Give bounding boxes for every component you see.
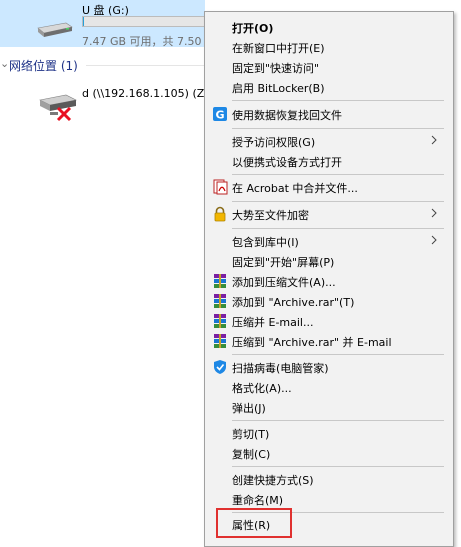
menu-separator	[232, 354, 444, 355]
menu-item-acrobat-combine[interactable]: 在 Acrobat 中合并文件...	[205, 177, 453, 197]
menu-item-pin-quick-access[interactable]: 固定到"快速访问"	[205, 57, 453, 77]
winrar-icon	[214, 274, 226, 288]
menu-item-data-recovery[interactable]: G 使用数据恢复找回文件	[205, 104, 453, 124]
properties-highlight-box	[216, 508, 292, 538]
menu-item-eject[interactable]: 弹出(J)	[205, 397, 453, 417]
network-locations-header[interactable]: ⌄ 网络位置 (1)	[0, 57, 205, 75]
menu-item-label: 在 Acrobat 中合并文件...	[232, 182, 358, 195]
menu-item-rename[interactable]: 重命名(M)	[205, 489, 453, 509]
winrar-icon	[214, 334, 226, 348]
menu-item-label: 复制(C)	[232, 448, 271, 461]
menu-item-label: 压缩到 "Archive.rar" 并 E-mail	[232, 336, 392, 349]
menu-item-open-new-window[interactable]: 在新窗口中打开(E)	[205, 37, 453, 57]
chevron-right-icon	[431, 208, 437, 218]
section-divider	[86, 65, 205, 66]
menu-item-create-shortcut[interactable]: 创建快捷方式(S)	[205, 469, 453, 489]
menu-separator	[232, 174, 444, 175]
menu-item-add-to-archive[interactable]: 添加到压缩文件(A)...	[205, 271, 453, 291]
menu-separator	[232, 420, 444, 421]
menu-item-label: 扫描病毒(电脑管家)	[232, 362, 329, 375]
network-drive-name[interactable]: d (\\192.168.1.105) (Z:)	[82, 87, 212, 100]
usb-drive-item[interactable]: U 盘 (G:) 7.47 GB 可用，共 7.50 GB	[0, 0, 221, 48]
network-locations-title: 网络位置 (1)	[9, 59, 78, 73]
usb-drive-icon	[37, 22, 73, 37]
menu-item-open-as-portable[interactable]: 以便携式设备方式打开	[205, 151, 453, 171]
menu-item-compress-email[interactable]: 压缩并 E-mail...	[205, 311, 453, 331]
menu-item-label: 弹出(J)	[232, 402, 266, 415]
menu-item-label: 创建快捷方式(S)	[232, 474, 314, 487]
chevron-right-icon	[431, 235, 437, 245]
menu-item-label: 固定到"快速访问"	[232, 62, 320, 75]
menu-separator	[232, 100, 444, 101]
acrobat-icon	[213, 179, 228, 195]
menu-item-label: 格式化(A)...	[232, 382, 292, 395]
data-recovery-icon: G	[213, 107, 227, 122]
menu-separator	[232, 228, 444, 229]
pc-manager-icon	[214, 360, 226, 374]
menu-item-label: 压缩并 E-mail...	[232, 316, 314, 329]
menu-item-label: 包含到库中(I)	[232, 236, 299, 249]
menu-item-pin-start[interactable]: 固定到"开始"屏幕(P)	[205, 251, 453, 271]
menu-item-open[interactable]: 打开(O)	[205, 17, 453, 37]
menu-item-label: 授予访问权限(G)	[232, 136, 316, 149]
lock-icon	[214, 206, 226, 222]
svg-text:G: G	[215, 109, 224, 122]
winrar-icon	[214, 314, 226, 328]
menu-item-label: 添加到 "Archive.rar"(T)	[232, 296, 355, 309]
chevron-down-icon[interactable]: ⌄	[0, 57, 9, 70]
menu-item-format[interactable]: 格式化(A)...	[205, 377, 453, 397]
menu-item-bitlocker[interactable]: 启用 BitLocker(B)	[205, 77, 453, 97]
menu-item-label: 大势至文件加密	[232, 209, 309, 222]
menu-item-label: 重命名(M)	[232, 494, 284, 507]
winrar-icon	[214, 294, 226, 308]
disconnected-network-drive-icon[interactable]	[36, 90, 84, 122]
menu-item-label: 在新窗口中打开(E)	[232, 42, 325, 55]
menu-item-label: 剪切(T)	[232, 428, 270, 441]
drive-capacity-bar	[82, 16, 210, 27]
context-menu: 打开(O) 在新窗口中打开(E) 固定到"快速访问" 启用 BitLocker(…	[204, 11, 454, 547]
drive-capacity-fill	[83, 17, 85, 26]
drive-free-space: 7.47 GB 可用，共 7.50 GB	[82, 35, 222, 48]
menu-item-label: 启用 BitLocker(B)	[232, 82, 325, 95]
menu-item-add-to-archive-rar[interactable]: 添加到 "Archive.rar"(T)	[205, 291, 453, 311]
menu-item-label: 使用数据恢复找回文件	[232, 109, 342, 122]
menu-item-cut[interactable]: 剪切(T)	[205, 423, 453, 443]
menu-item-label: 固定到"开始"屏幕(P)	[232, 256, 335, 269]
menu-item-label: 以便携式设备方式打开	[232, 156, 342, 169]
menu-item-file-encryption[interactable]: 大势至文件加密	[205, 204, 453, 224]
menu-item-virus-scan[interactable]: 扫描病毒(电脑管家)	[205, 357, 453, 377]
menu-separator	[232, 466, 444, 467]
menu-item-grant-access[interactable]: 授予访问权限(G)	[205, 131, 453, 151]
chevron-right-icon	[431, 135, 437, 145]
menu-item-include-in-library[interactable]: 包含到库中(I)	[205, 231, 453, 251]
menu-item-copy[interactable]: 复制(C)	[205, 443, 453, 463]
menu-item-compress-rar-email[interactable]: 压缩到 "Archive.rar" 并 E-mail	[205, 331, 453, 351]
menu-separator	[232, 201, 444, 202]
menu-item-label: 打开(O)	[232, 22, 274, 35]
menu-item-label: 添加到压缩文件(A)...	[232, 276, 336, 289]
menu-separator	[232, 128, 444, 129]
